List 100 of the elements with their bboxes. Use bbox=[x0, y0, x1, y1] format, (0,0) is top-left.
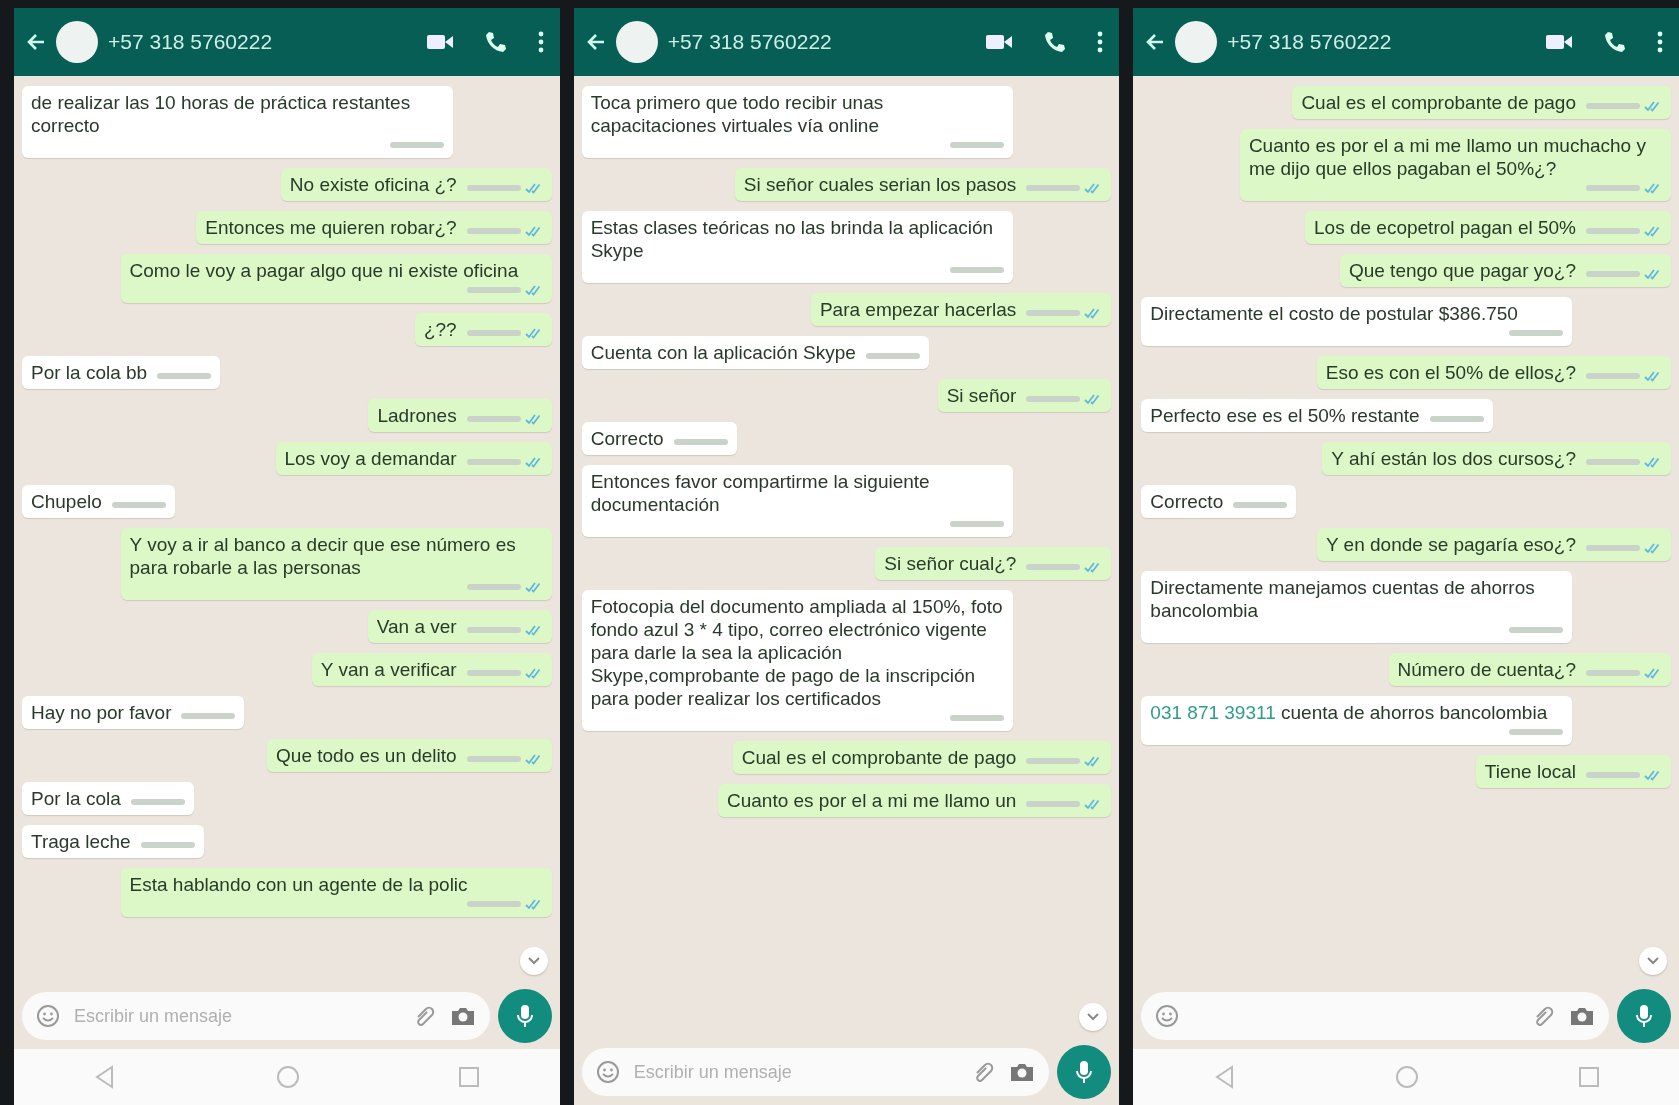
message-text: Cuanto es por el a mi me llamo un muchacho y me dijo que ellos pagaban el 50%¿? bbox=[1248, 134, 1647, 180]
menu-icon[interactable] bbox=[1657, 31, 1663, 53]
smiley-icon[interactable] bbox=[1155, 1004, 1180, 1028]
microphone-icon[interactable] bbox=[1635, 1003, 1653, 1029]
message-text: de realizar las 10 horas de práctica restantes correcto bbox=[31, 91, 412, 137]
blurred-time-mark bbox=[1429, 416, 1484, 422]
message-text: Esta hablando con un agente de la polic bbox=[129, 873, 468, 896]
phone-icon[interactable] bbox=[1603, 30, 1627, 54]
back-arrow-icon[interactable] bbox=[585, 33, 606, 51]
contact-name[interactable]: +57 318 5760222 bbox=[667, 30, 976, 54]
account-number-link[interactable]: 031 871 39311 bbox=[1150, 702, 1276, 723]
video-call-icon[interactable] bbox=[1545, 33, 1573, 51]
camera-icon[interactable] bbox=[1569, 1005, 1595, 1027]
message-text: Y van a verificar bbox=[320, 658, 457, 681]
phone-icon[interactable] bbox=[483, 30, 508, 54]
message-text: Cuenta con la aplicación Skype bbox=[590, 341, 856, 364]
message-input[interactable]: Escribir un mensaje bbox=[72, 1004, 402, 1028]
blurred-time-mark bbox=[1026, 758, 1081, 764]
camera-icon[interactable] bbox=[449, 1005, 476, 1027]
message-text: Tiene local bbox=[1484, 760, 1576, 783]
message-field[interactable]: Escribir un mensaje bbox=[581, 1048, 1050, 1096]
double-check-icon bbox=[1644, 100, 1662, 112]
blurred-time-mark bbox=[1509, 627, 1564, 633]
message-text: Los de ecopetrol pagan el 50% bbox=[1314, 216, 1576, 239]
menu-icon[interactable] bbox=[537, 31, 544, 53]
camera-icon[interactable] bbox=[1009, 1061, 1036, 1083]
message-field[interactable] bbox=[1141, 992, 1609, 1040]
message-text: ¿?? bbox=[423, 318, 457, 341]
avatar-circle[interactable] bbox=[1175, 21, 1218, 63]
message-input[interactable]: Escribir un mensaje bbox=[631, 1060, 962, 1084]
contact-name[interactable]: +57 318 5760222 bbox=[1227, 30, 1535, 54]
smiley-icon[interactable] bbox=[36, 1004, 60, 1028]
avatar-circle[interactable] bbox=[615, 21, 658, 63]
phone-icon[interactable] bbox=[1043, 30, 1068, 54]
back-arrow-icon[interactable] bbox=[26, 33, 46, 51]
blurred-time-mark bbox=[1586, 459, 1640, 465]
message-text: Para empezar hacerlas bbox=[819, 298, 1017, 321]
video-call-icon[interactable] bbox=[985, 33, 1014, 51]
message-text: Perfecto ese es el 50% restante bbox=[1150, 404, 1420, 427]
double-check-icon bbox=[1644, 268, 1662, 280]
mic-button[interactable] bbox=[1617, 989, 1671, 1043]
blurred-time-mark bbox=[181, 713, 236, 719]
double-check-icon bbox=[524, 667, 543, 679]
message-text: Que todo es un delito bbox=[276, 744, 457, 767]
smiley-icon[interactable] bbox=[595, 1060, 620, 1084]
blurred-time-mark bbox=[1026, 801, 1081, 807]
blurred-time-mark bbox=[466, 228, 521, 234]
message-text: Directamente el costo de postular $386.750 bbox=[1150, 302, 1518, 325]
double-check-icon bbox=[524, 456, 543, 468]
message-text: Toca primero que todo recibir unas capacitaciones virtuales vía online bbox=[590, 91, 885, 137]
blurred-time-mark bbox=[466, 330, 521, 336]
scroll-down-button[interactable] bbox=[1639, 947, 1667, 975]
message-text: Estas clases teóricas no las brinda la aplicación Skype bbox=[590, 216, 995, 262]
double-check-icon bbox=[1644, 225, 1662, 237]
microphone-icon[interactable] bbox=[515, 1003, 534, 1029]
menu-icon[interactable] bbox=[1097, 31, 1104, 53]
contact-name[interactable]: +57 318 5760222 bbox=[108, 30, 416, 54]
message-text: Número de cuenta¿? bbox=[1397, 658, 1576, 681]
blurred-time-mark bbox=[1586, 185, 1640, 191]
message-text: Cuanto es por el a mi me llamo un bbox=[726, 789, 1017, 812]
blurred-time-mark bbox=[1026, 185, 1081, 191]
message-text: Por la cola bbox=[31, 787, 121, 810]
scroll-down-button[interactable] bbox=[519, 947, 548, 975]
blurred-time-mark bbox=[1586, 228, 1640, 234]
double-check-icon bbox=[1644, 769, 1662, 781]
message-text: Y ahí están los dos cursos¿? bbox=[1331, 447, 1576, 470]
blurred-time-mark bbox=[157, 373, 212, 379]
blurred-time-mark bbox=[1586, 271, 1640, 277]
message-text: Cual es el comprobante de pago bbox=[1301, 91, 1576, 114]
message-text: Y voy a ir al banco a decir que ese número es para robarle a las personas bbox=[129, 533, 517, 579]
double-check-icon bbox=[524, 284, 543, 296]
blurred-time-mark bbox=[466, 584, 521, 590]
double-check-icon bbox=[524, 898, 543, 910]
blurred-time-mark bbox=[466, 416, 521, 422]
back-arrow-icon[interactable] bbox=[1145, 33, 1166, 51]
message-text: Que tengo que pagar yo¿? bbox=[1348, 259, 1576, 282]
double-check-icon bbox=[524, 327, 543, 339]
double-check-icon bbox=[524, 624, 543, 636]
mic-button[interactable] bbox=[1057, 1045, 1112, 1099]
video-call-icon[interactable] bbox=[425, 33, 454, 51]
message-text: Correcto bbox=[1150, 490, 1224, 513]
microphone-icon[interactable] bbox=[1075, 1059, 1094, 1085]
chevron-down-icon[interactable] bbox=[526, 956, 541, 966]
chevron-down-icon[interactable] bbox=[1646, 956, 1660, 966]
blurred-time-mark bbox=[1026, 396, 1081, 402]
chevron-down-icon[interactable] bbox=[1086, 1012, 1101, 1022]
blurred-time-mark bbox=[466, 627, 521, 633]
avatar-circle[interactable] bbox=[56, 21, 98, 63]
blurred-time-mark bbox=[466, 670, 521, 676]
message-text: Por la cola bb bbox=[31, 361, 148, 384]
message-text: Y en donde se pagaría eso¿? bbox=[1326, 533, 1576, 556]
mic-button[interactable] bbox=[497, 989, 552, 1043]
blurred-time-mark bbox=[1586, 545, 1640, 551]
blurred-time-mark bbox=[1026, 564, 1081, 570]
double-check-icon bbox=[1644, 456, 1662, 468]
double-check-icon bbox=[524, 413, 543, 425]
blurred-time-mark bbox=[466, 287, 521, 293]
scroll-down-button[interactable] bbox=[1079, 1003, 1108, 1031]
message-field[interactable]: Escribir un mensaje bbox=[22, 992, 490, 1040]
blurred-time-mark bbox=[1026, 310, 1081, 316]
